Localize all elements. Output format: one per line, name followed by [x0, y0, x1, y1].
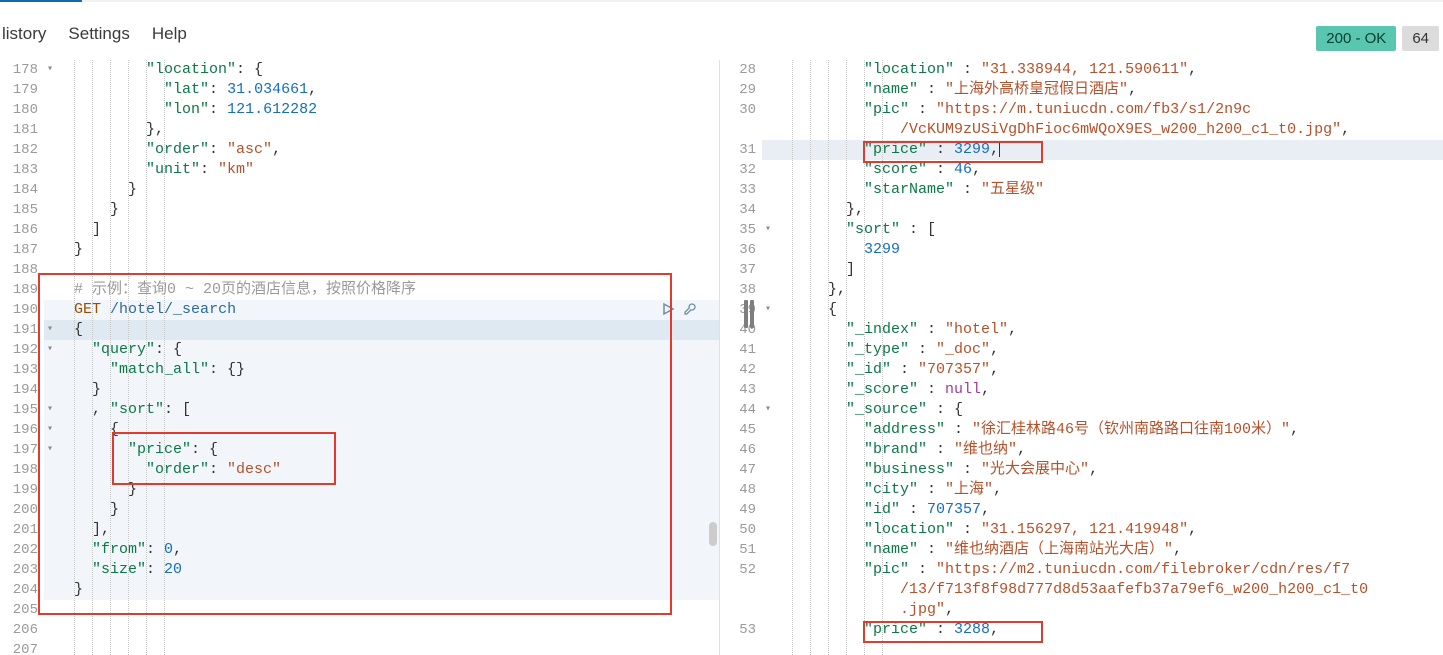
code-line: "lon": 121.612282 [56, 100, 719, 120]
code-line: "starName" : "五星级" [774, 180, 1443, 200]
code-line: }, [774, 200, 1443, 220]
code-line: "order": "asc", [56, 140, 719, 160]
status-badges: 200 - OK 64 [1316, 26, 1439, 51]
code-line: "_index" : "hotel", [774, 320, 1443, 340]
scrollbar-left[interactable] [709, 522, 717, 546]
code-line: /VcKUM9zUSiVgDhFioc6mWQoX9ES_w200_h200_c… [774, 120, 1443, 140]
code-line: "price" : 3288, [774, 620, 1443, 640]
gutter-left: 1781791801811821831841851861871881891901… [0, 60, 44, 655]
code-line [56, 260, 719, 280]
code-line: "score" : 46, [774, 160, 1443, 180]
code-line: , "sort": [ [56, 400, 719, 420]
code-right: "location" : "31.338944, 121.590611", "n… [774, 60, 1443, 655]
menu-settings[interactable]: Settings [68, 24, 129, 44]
code-line: "id" : 707357, [774, 500, 1443, 520]
fold-gutter-right[interactable]: ▾▾▾ [762, 60, 774, 655]
code-line: } [56, 480, 719, 500]
code-line [56, 620, 719, 640]
code-line: "_type" : "_doc", [774, 340, 1443, 360]
code-line: "pic" : "https://m.tuniucdn.com/fb3/s1/2… [774, 100, 1443, 120]
code-line: "from": 0, [56, 540, 719, 560]
code-left[interactable]: "location": { "lat": 31.034661, "lon": 1… [56, 60, 719, 655]
code-line: "location" : "31.156297, 121.419948", [774, 520, 1443, 540]
menu-help[interactable]: Help [152, 24, 187, 44]
response-viewer[interactable]: 2829303132333435363738394041424344454647… [720, 60, 1443, 655]
code-line: "pic" : "https://m2.tuniucdn.com/filebro… [774, 560, 1443, 580]
code-line: "address" : "徐汇桂林路46号（钦州南路路口往南100米）", [774, 420, 1443, 440]
menubar: listory Settings Help [0, 14, 187, 54]
code-line: }, [774, 280, 1443, 300]
code-line: # 示例：查询0 ~ 20页的酒店信息，按照价格降序 [56, 280, 719, 300]
code-line: } [56, 180, 719, 200]
code-line: ], [56, 520, 719, 540]
status-ok-badge: 200 - OK [1316, 26, 1396, 51]
code-line [56, 640, 719, 655]
code-line: "query": { [56, 340, 719, 360]
code-line: "business" : "光大会展中心", [774, 460, 1443, 480]
code-line: } [56, 580, 719, 600]
code-line: "name" : "上海外高桥皇冠假日酒店", [774, 80, 1443, 100]
code-line: "brand" : "维也纳", [774, 440, 1443, 460]
request-editor[interactable]: 1781791801811821831841851861871881891901… [0, 60, 720, 655]
code-line: "lat": 31.034661, [56, 80, 719, 100]
code-line: } [56, 240, 719, 260]
code-line: "location" : "31.338944, 121.590611", [774, 60, 1443, 80]
code-line: { [56, 420, 719, 440]
code-line: ] [774, 260, 1443, 280]
code-line: "match_all": {} [56, 360, 719, 380]
code-line: { [56, 320, 719, 340]
fold-gutter-left[interactable]: ▾▾▾▾▾▾ [44, 60, 56, 655]
code-line: "_id" : "707357", [774, 360, 1443, 380]
code-line: }, [56, 120, 719, 140]
code-line: "sort" : [ [774, 220, 1443, 240]
collapse-toggle-icon[interactable] [744, 300, 754, 328]
code-line: "price": { [56, 440, 719, 460]
code-line: GET /hotel/_search [56, 300, 719, 320]
code-line: "_source" : { [774, 400, 1443, 420]
menu-history[interactable]: listory [2, 24, 46, 44]
status-ms-badge: 64 [1402, 26, 1439, 51]
code-line: ] [56, 220, 719, 240]
code-line: "name" : "维也纳酒店（上海南站光大店）", [774, 540, 1443, 560]
code-line: "price" : 3299, [774, 140, 1443, 160]
code-line: { [774, 300, 1443, 320]
code-line: } [56, 380, 719, 400]
code-line: } [56, 500, 719, 520]
code-line: "unit": "km" [56, 160, 719, 180]
code-line: /13/f713f8f98d777d8d53aafefb37a79ef6_w20… [774, 580, 1443, 600]
code-line [56, 600, 719, 620]
gutter-right: 2829303132333435363738394041424344454647… [720, 60, 762, 655]
code-line: "location": { [56, 60, 719, 80]
code-line: "order": "desc" [56, 460, 719, 480]
code-line: "_score" : null, [774, 380, 1443, 400]
code-line: } [56, 200, 719, 220]
code-line: "size": 20 [56, 560, 719, 580]
code-line: "city" : "上海", [774, 480, 1443, 500]
code-line: 3299 [774, 240, 1443, 260]
code-line: .jpg", [774, 600, 1443, 620]
